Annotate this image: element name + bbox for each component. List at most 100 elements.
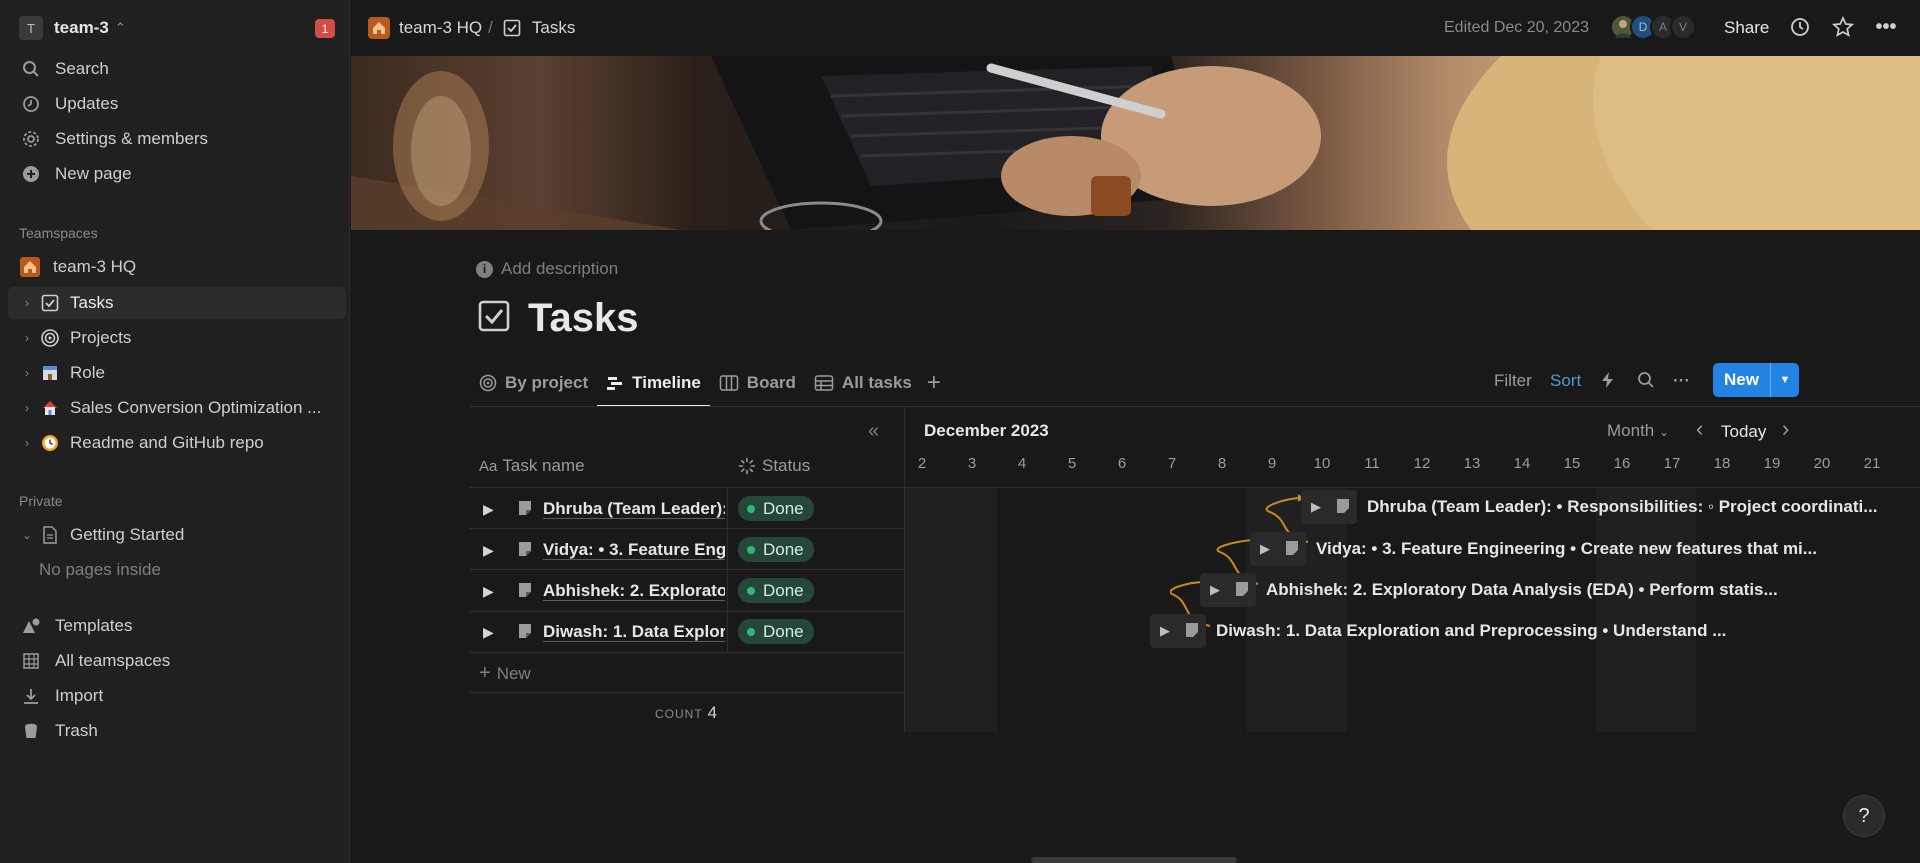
tab-board[interactable]: Board — [710, 362, 805, 404]
chevron-left-icon[interactable]: ‹ — [1696, 416, 1703, 442]
timeline-day-label: 3 — [967, 455, 977, 472]
timeline-scale-select[interactable]: Month ⌄ — [1607, 421, 1669, 441]
horizontal-scrollbar[interactable] — [1031, 857, 1237, 863]
table-row[interactable]: ▶ Diwash: 1. Data Explora Done — [470, 611, 904, 652]
table-row[interactable]: ▶ Dhruba (Team Leader): Done — [470, 488, 904, 529]
sidebar-new-page[interactable]: New page — [8, 158, 346, 190]
sidebar-trash[interactable]: Trash — [8, 715, 346, 747]
column-header-label: Task name — [502, 456, 585, 475]
breadcrumb-page[interactable]: Tasks — [532, 18, 575, 38]
chevron-right-icon[interactable]: › — [1782, 416, 1789, 442]
chevron-right-icon[interactable]: › — [20, 436, 34, 450]
add-row-button[interactable]: + New — [479, 662, 531, 685]
timeline-bar-handle[interactable]: ▶ — [1301, 490, 1357, 524]
toggle-triangle-icon: ▶ — [1260, 541, 1270, 556]
history-icon[interactable] — [1787, 14, 1813, 40]
more-icon[interactable]: ··· — [1673, 371, 1690, 391]
notification-badge[interactable]: 1 — [315, 19, 335, 38]
divider — [470, 692, 904, 693]
collapse-table-icon[interactable]: « — [868, 420, 879, 443]
tab-all-tasks[interactable]: All tasks — [805, 362, 921, 404]
column-header-status[interactable]: Status — [738, 456, 810, 476]
chevron-down-icon[interactable]: ▼ — [1770, 363, 1799, 397]
new-button-label: New — [1724, 370, 1759, 389]
chevron-right-icon[interactable]: › — [20, 296, 34, 310]
checkbox-icon[interactable] — [478, 300, 510, 337]
timeline-bar[interactable]: ▶ Abhishek: 2. Exploratory Data Analysis… — [1200, 573, 1778, 607]
chevron-down-icon[interactable]: ⌄ — [20, 528, 34, 542]
search-icon[interactable] — [1637, 371, 1655, 394]
sidebar-item-tasks[interactable]: › Tasks — [8, 287, 346, 319]
table-row[interactable]: ▶ Vidya: • 3. Feature Engi Done — [470, 529, 904, 570]
sidebar-settings[interactable]: Settings & members — [8, 123, 346, 155]
cover-image[interactable] — [351, 56, 1920, 230]
sidebar-updates[interactable]: Updates — [8, 88, 346, 120]
sidebar-import[interactable]: Import — [8, 680, 346, 712]
timeline-day-label: 4 — [1017, 455, 1027, 472]
task-name[interactable]: Diwash: 1. Data Explora — [543, 622, 725, 642]
sidebar-item-getting-started[interactable]: ⌄ Getting Started — [8, 519, 346, 551]
info-icon: i — [476, 260, 493, 278]
chevron-right-icon[interactable]: › — [20, 401, 34, 415]
sidebar-templates[interactable]: Templates — [8, 610, 346, 642]
toggle-triangle-icon[interactable]: ▶ — [483, 624, 494, 641]
more-icon[interactable]: ••• — [1873, 14, 1899, 40]
timeline-bar-handle[interactable]: ▶ — [1200, 573, 1256, 607]
status-dot — [747, 586, 755, 595]
toggle-triangle-icon[interactable]: ▶ — [483, 583, 494, 600]
status-badge[interactable]: Done — [738, 578, 814, 603]
collaborator-avatars[interactable]: D A V — [1610, 14, 1696, 40]
sidebar-item-readme[interactable]: › Readme and GitHub repo — [8, 427, 346, 459]
page-title: Tasks — [478, 296, 638, 341]
grid-icon — [20, 650, 42, 672]
page-title-text[interactable]: Tasks — [528, 296, 638, 341]
timeline-day-label: 21 — [1863, 455, 1881, 472]
plus-icon: + — [479, 662, 491, 684]
tab-timeline[interactable]: Timeline — [597, 362, 710, 407]
timeline-bar-handle[interactable]: ▶ — [1150, 614, 1206, 648]
tab-by-project[interactable]: By project — [470, 362, 597, 404]
task-name[interactable]: Vidya: • 3. Feature Engi — [543, 540, 725, 560]
column-header-task-name[interactable]: Aa Task name — [479, 456, 585, 476]
status-label: Done — [763, 498, 804, 518]
sort-button[interactable]: Sort — [1550, 371, 1581, 391]
today-button[interactable]: Today — [1721, 422, 1766, 442]
toggle-triangle-icon[interactable]: ▶ — [483, 501, 494, 518]
status-badge[interactable]: Done — [738, 619, 814, 644]
sidebar-item-projects[interactable]: › Projects — [8, 322, 346, 354]
sidebar-search[interactable]: Search — [8, 53, 346, 85]
breadcrumb-workspace[interactable]: team-3 HQ — [399, 18, 482, 38]
sidebar-all-teamspaces[interactable]: All teamspaces — [8, 645, 346, 677]
page-icon — [517, 582, 533, 603]
timeline-day-label: 20 — [1813, 455, 1831, 472]
timeline-day-label: 10 — [1313, 455, 1331, 472]
toggle-triangle-icon[interactable]: ▶ — [483, 542, 494, 559]
gear-icon — [20, 128, 42, 150]
add-description[interactable]: i Add description — [476, 259, 618, 279]
filter-button[interactable]: Filter — [1494, 371, 1532, 391]
table-row[interactable]: ▶ Abhishek: 2. Explorator Done — [470, 570, 904, 611]
status-dot — [747, 504, 755, 513]
timeline-bar-handle[interactable]: ▶ — [1250, 532, 1306, 566]
help-button[interactable]: ? — [1843, 795, 1885, 837]
star-icon[interactable] — [1830, 14, 1856, 40]
workspace-switcher[interactable]: T team-3 ⌃ 1 — [19, 16, 335, 40]
status-badge[interactable]: Done — [738, 496, 814, 521]
new-button[interactable]: New ▼ — [1713, 363, 1799, 397]
task-name[interactable]: Abhishek: 2. Explorator — [543, 581, 725, 601]
page-icon — [517, 623, 533, 644]
chevron-right-icon[interactable]: › — [20, 366, 34, 380]
status-badge[interactable]: Done — [738, 537, 814, 562]
sidebar-item-role[interactable]: › Role — [8, 357, 346, 389]
task-name[interactable]: Dhruba (Team Leader): — [543, 499, 725, 519]
add-view-icon[interactable]: + — [927, 369, 941, 397]
share-button[interactable]: Share — [1724, 18, 1769, 38]
timeline-bar[interactable]: ▶ Dhruba (Team Leader): • Responsibiliti… — [1301, 490, 1877, 524]
clock-emoji-icon — [40, 433, 60, 453]
timeline-bar[interactable]: ▶ Vidya: • 3. Feature Engineering • Crea… — [1250, 532, 1817, 566]
sidebar-teamspace[interactable]: team-3 HQ — [8, 251, 346, 283]
timeline-bar[interactable]: ▶ Diwash: 1. Data Exploration and Prepro… — [1150, 614, 1726, 648]
chevron-right-icon[interactable]: › — [20, 331, 34, 345]
sidebar-item-sales[interactable]: › Sales Conversion Optimization ... — [8, 392, 346, 424]
automation-icon[interactable] — [1601, 371, 1615, 394]
